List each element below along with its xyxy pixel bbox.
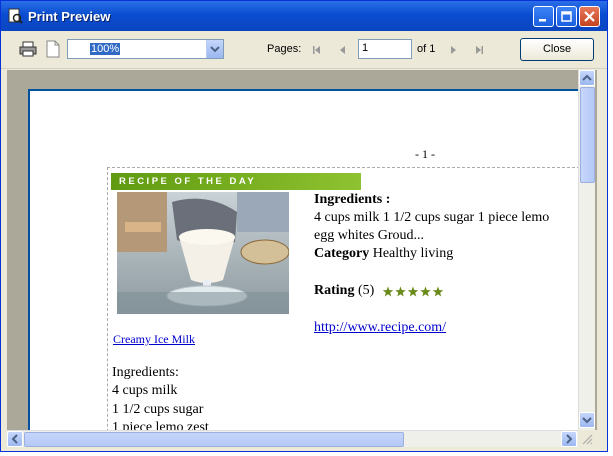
print-preview-window: Print Preview 100% Pages: 1 of 1 Close -…	[0, 0, 608, 452]
toolbar: 100% Pages: 1 of 1 Close	[1, 31, 607, 69]
vertical-scrollbar[interactable]	[578, 70, 595, 430]
zoom-dropdown-button[interactable]	[206, 40, 223, 58]
ingredient-item: 1 1/2 cups sugar	[112, 402, 204, 417]
chevron-left-icon	[11, 434, 18, 444]
ingredients-line-1: 4 cups milk 1 1/2 cups sugar 1 piece lem…	[314, 210, 550, 225]
window-title: Print Preview	[28, 9, 111, 24]
scroll-up-button[interactable]	[579, 70, 595, 86]
ingredients-heading: Ingredients :	[314, 192, 391, 207]
rating-row: Rating (5)	[314, 283, 374, 299]
chevron-down-icon	[210, 46, 220, 53]
page-number-label: - 1 -	[415, 147, 435, 161]
star-icon	[420, 286, 431, 297]
minimize-icon	[539, 19, 546, 22]
recipe-url-link[interactable]: http://www.recipe.com/	[314, 320, 446, 336]
resize-grip[interactable]	[578, 430, 595, 447]
prev-page-icon[interactable]	[338, 45, 348, 55]
resize-grip-icon	[582, 434, 593, 445]
close-window-button[interactable]	[579, 6, 600, 27]
minimize-button[interactable]	[533, 6, 554, 27]
page-number-input[interactable]: 1	[358, 39, 412, 59]
horizontal-scroll-thumb[interactable]	[24, 432, 404, 447]
zoom-select[interactable]: 100%	[67, 39, 224, 59]
recipe-banner: RECIPE OF THE DAY	[111, 173, 361, 190]
rating-stars	[382, 286, 444, 297]
star-icon	[432, 286, 444, 297]
chevron-right-icon	[566, 434, 573, 444]
scroll-left-button[interactable]	[7, 431, 23, 447]
pages-label: Pages:	[267, 43, 302, 55]
vertical-scroll-thumb[interactable]	[580, 87, 595, 183]
zoom-value: 100%	[90, 43, 121, 55]
recipe-photo-link[interactable]: Creamy Ice Milk	[113, 332, 195, 347]
page-total-label: of 1	[417, 43, 436, 55]
close-button[interactable]: Close	[520, 38, 594, 61]
ingredient-item: 4 cups milk	[112, 383, 178, 398]
scroll-down-button[interactable]	[579, 412, 595, 428]
print-preview-app-icon	[8, 8, 23, 24]
star-icon	[407, 286, 419, 297]
rating-value: (5)	[354, 283, 375, 298]
ingredients-line-2: egg whites Groud...	[314, 228, 425, 243]
page-icon[interactable]	[44, 40, 62, 58]
preview-viewport: - 1 - RECIPE OF THE DAY Creamy Ice Milk …	[7, 70, 597, 430]
preview-page: - 1 - RECIPE OF THE DAY Creamy Ice Milk …	[28, 89, 590, 430]
next-page-icon[interactable]	[448, 45, 458, 55]
chevron-up-icon	[582, 74, 592, 81]
rating-label: Rating	[314, 283, 355, 298]
category-label: Category	[314, 246, 370, 261]
horizontal-scrollbar[interactable]	[7, 430, 578, 447]
chevron-down-icon	[582, 417, 592, 424]
first-page-icon[interactable]	[312, 45, 322, 55]
star-icon	[395, 286, 406, 297]
ingredients-list-heading: Ingredients:	[112, 365, 179, 380]
star-icon	[382, 286, 394, 297]
category-row: Category Healthy living	[314, 246, 453, 262]
title-bar: Print Preview	[1, 1, 607, 31]
ingredient-item: 1 piece lemo zest	[112, 420, 209, 430]
close-icon	[584, 11, 595, 22]
recipe-box: RECIPE OF THE DAY Creamy Ice Milk Ingred…	[107, 167, 590, 430]
maximize-button[interactable]	[556, 6, 577, 27]
last-page-icon[interactable]	[474, 45, 484, 55]
maximize-icon	[561, 11, 572, 22]
ice-milk-photo	[117, 192, 289, 314]
scroll-right-button[interactable]	[561, 431, 577, 447]
category-value: Healthy living	[369, 246, 454, 261]
printer-icon[interactable]	[19, 40, 37, 58]
